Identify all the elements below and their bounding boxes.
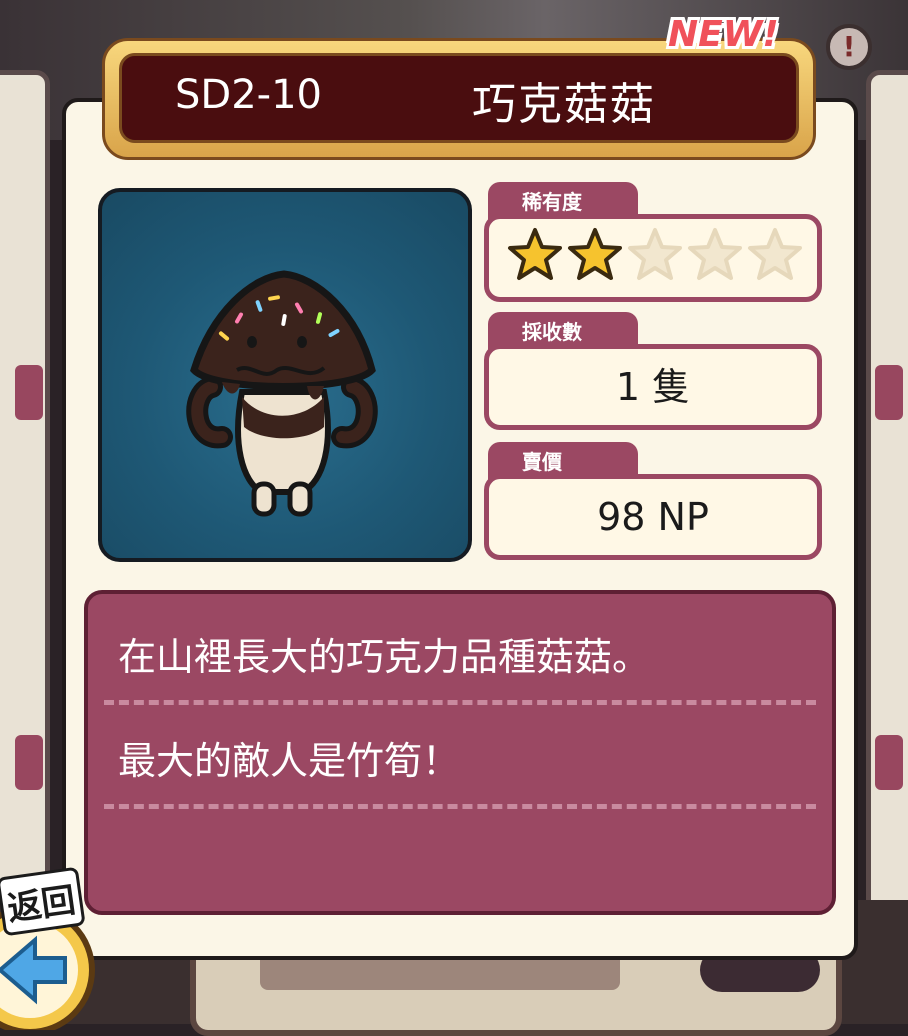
star-filled-icon <box>508 228 562 280</box>
item-code: SD2-10 <box>175 72 322 118</box>
rarity-stars <box>507 227 803 283</box>
adjacent-card-tab <box>875 365 903 420</box>
item-name: 巧克菇菇 <box>472 79 656 130</box>
star-empty-icon <box>628 228 682 280</box>
adjacent-card-tab <box>875 735 903 790</box>
collected-box: 1 隻 <box>484 344 822 430</box>
collected-value: 1 隻 <box>615 365 691 409</box>
item-portrait <box>98 188 472 562</box>
divider <box>104 700 816 705</box>
description-line-1: 在山裡長大的巧克力品種菇菇。 <box>118 635 651 679</box>
divider <box>104 804 816 809</box>
back-button-label[interactable]: 返回 <box>0 866 86 937</box>
adjacent-card-right[interactable] <box>866 70 908 940</box>
rarity-box <box>484 214 822 302</box>
adjacent-card-tab <box>15 365 43 420</box>
star-filled-icon <box>568 228 622 280</box>
star-empty-icon <box>688 228 742 280</box>
chocolate-mushroom-icon <box>186 270 378 517</box>
adjacent-card-tab <box>15 735 43 790</box>
description-line-2: 最大的敵人是竹筍！ <box>118 739 461 783</box>
price-value: 98 NP <box>597 495 709 539</box>
description-panel: 在山裡長大的巧克力品種菇菇。 最大的敵人是竹筍！ <box>84 590 836 915</box>
alert-icon[interactable]: ! <box>826 24 872 70</box>
star-empty-icon <box>748 228 802 280</box>
price-box: 98 NP <box>484 474 822 560</box>
adjacent-card-left[interactable] <box>0 70 50 940</box>
new-badge: NEW! <box>668 14 779 55</box>
